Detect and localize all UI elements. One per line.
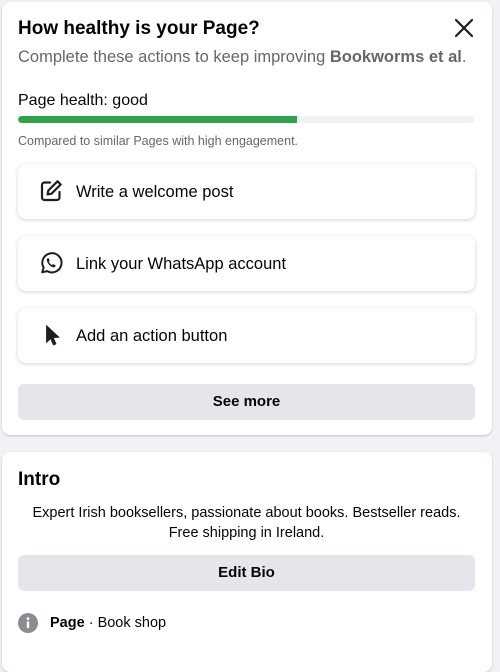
action-label: Link your WhatsApp account (76, 255, 287, 273)
see-more-button[interactable]: See more (18, 384, 475, 420)
page-health-card: How healthy is your Page? Complete these… (2, 2, 492, 435)
page-category: Book shop (97, 615, 167, 631)
category-separator: · (84, 615, 98, 631)
page-health-subtitle: Complete these actions to keep improving… (18, 46, 466, 68)
edit-bio-button[interactable]: Edit Bio (18, 555, 475, 591)
page-health-title: How healthy is your Page? (18, 18, 260, 39)
action-label: Write a welcome post (76, 183, 234, 201)
write-welcome-post-button[interactable]: Write a welcome post (18, 164, 475, 219)
subtitle-suffix: . (461, 48, 467, 66)
subtitle-prefix: Complete these actions to keep improving (18, 48, 330, 66)
page-health-progress-fill (18, 116, 297, 123)
page-health-status: Page health: good (18, 92, 148, 109)
cursor-pointer-icon (46, 325, 60, 346)
intro-card: Intro Expert Irish booksellers, passiona… (2, 452, 492, 672)
comparison-note: Compared to similar Pages with high enga… (18, 134, 299, 148)
close-button[interactable] (450, 14, 478, 42)
add-action-button-button[interactable]: Add an action button (18, 308, 475, 363)
close-icon (454, 18, 474, 38)
info-icon (18, 613, 38, 633)
edit-post-icon (40, 180, 62, 202)
link-whatsapp-button[interactable]: Link your WhatsApp account (18, 236, 475, 291)
page-category-text: Page · Book shop (50, 613, 166, 633)
page-name: Bookworms et al (329, 48, 462, 66)
page-type-label: Page (50, 615, 85, 631)
intro-title: Intro (18, 469, 61, 490)
bio-text: Expert Irish booksellers, passionate abo… (32, 505, 461, 541)
whatsapp-icon (41, 252, 63, 274)
page-health-progress-bar (18, 116, 475, 123)
page-category-row: Page · Book shop (18, 612, 475, 634)
action-label: Add an action button (76, 327, 228, 345)
